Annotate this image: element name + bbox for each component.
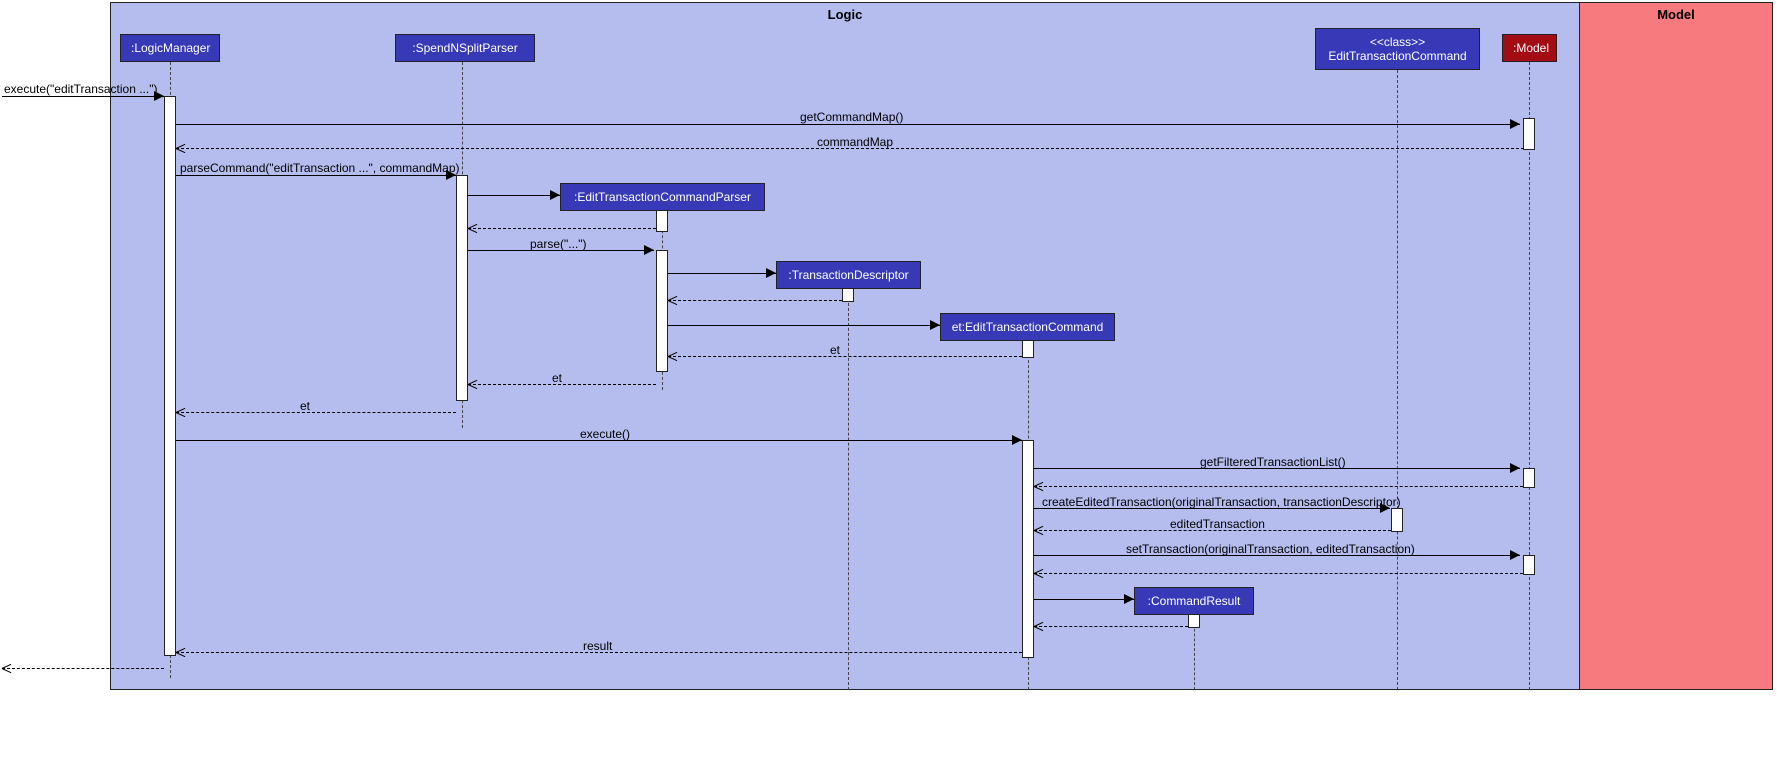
arrow-create-et bbox=[668, 325, 940, 326]
label-execute-entry: execute("editTransaction ...") bbox=[4, 82, 157, 96]
label-et3: et bbox=[300, 399, 310, 413]
region-logic: Logic bbox=[110, 2, 1580, 690]
label-et2: et bbox=[552, 371, 562, 385]
class-stereotype: <<class>> bbox=[1326, 35, 1469, 49]
arrow-create-cmdresult bbox=[1034, 599, 1134, 600]
participant-cmdresult: :CommandResult bbox=[1134, 587, 1254, 615]
activation-logic-manager bbox=[164, 96, 176, 656]
label-getfiltered: getFilteredTransactionList() bbox=[1200, 455, 1346, 469]
participant-logic-manager: :LogicManager bbox=[120, 34, 220, 62]
lifeline-model bbox=[1529, 62, 1530, 690]
activation-et-execute bbox=[1022, 440, 1034, 658]
arrow-parse-head bbox=[644, 245, 654, 255]
activation-txndesc bbox=[842, 288, 854, 302]
participant-spendnsplitparser: :SpendNSplitParser bbox=[395, 34, 535, 62]
arrow-getcommandmap bbox=[176, 124, 1520, 125]
label-createedited: createEditedTransaction(originalTransact… bbox=[1042, 495, 1401, 509]
label-getcommandmap: getCommandMap() bbox=[800, 110, 903, 124]
activation-model-1 bbox=[1523, 118, 1535, 150]
arrow-execute-entry bbox=[2, 96, 164, 97]
region-logic-title: Logic bbox=[111, 7, 1579, 22]
activation-model-3 bbox=[1523, 555, 1535, 575]
arrow-create-etcparser bbox=[468, 195, 560, 196]
participant-et: et:EditTransactionCommand bbox=[940, 313, 1115, 341]
activation-et-create bbox=[1022, 340, 1034, 358]
region-model: Model bbox=[1580, 2, 1773, 690]
arrow-create-txndesc-head bbox=[766, 268, 776, 278]
participant-etcparser: :EditTransactionCommandParser bbox=[560, 183, 765, 211]
arrow-getfiltered-head bbox=[1510, 463, 1520, 473]
label-et1: et bbox=[830, 343, 840, 357]
arrow-getcommandmap-head bbox=[1510, 119, 1520, 129]
participant-edittxn-class: <<class>> EditTransactionCommand bbox=[1315, 28, 1480, 70]
label-commandmap: commandMap bbox=[817, 135, 893, 149]
arrow-et-to-lm bbox=[176, 412, 456, 413]
activation-spendnsplitparser bbox=[456, 175, 468, 401]
arrow-cmdresult-return bbox=[1034, 626, 1188, 627]
label-execute: execute() bbox=[580, 427, 630, 441]
arrow-txndesc-return bbox=[668, 300, 842, 301]
participant-txndesc: :TransactionDescriptor bbox=[776, 261, 921, 289]
activation-etcparser-create bbox=[656, 210, 668, 232]
label-editedtxn: editedTransaction bbox=[1170, 517, 1265, 531]
sequence-diagram: Logic Model :LogicManager :SpendNSplitPa… bbox=[0, 0, 1777, 781]
lifeline-edittxn-class bbox=[1397, 70, 1398, 690]
arrow-etcparser-create-return bbox=[468, 228, 656, 229]
label-parse: parse("...") bbox=[530, 237, 587, 251]
arrow-execute-head bbox=[1012, 435, 1022, 445]
arrow-final-return bbox=[2, 668, 164, 669]
region-model-title: Model bbox=[1580, 7, 1772, 22]
arrow-create-cmdresult-head bbox=[1124, 594, 1134, 604]
activation-etcparser-parse bbox=[656, 250, 668, 372]
label-result: result bbox=[583, 639, 612, 653]
arrow-settxn-head bbox=[1510, 550, 1520, 560]
arrow-create-et-head bbox=[930, 320, 940, 330]
arrow-create-txndesc bbox=[668, 273, 776, 274]
arrow-et-return bbox=[668, 356, 1022, 357]
lifeline-txndesc bbox=[848, 288, 849, 690]
activation-etclass bbox=[1391, 508, 1403, 532]
arrow-create-etcparser-head bbox=[550, 190, 560, 200]
activation-model-2 bbox=[1523, 468, 1535, 488]
arrow-parsecommand bbox=[176, 175, 456, 176]
arrow-settxn-return bbox=[1034, 573, 1523, 574]
activation-cmdresult bbox=[1188, 614, 1200, 628]
arrow-getfiltered-return bbox=[1034, 486, 1523, 487]
participant-model: :Model bbox=[1502, 34, 1557, 62]
class-name: EditTransactionCommand bbox=[1326, 49, 1469, 63]
label-settxn: setTransaction(originalTransaction, edit… bbox=[1126, 542, 1415, 556]
label-parsecommand: parseCommand("editTransaction ...", comm… bbox=[180, 161, 460, 175]
